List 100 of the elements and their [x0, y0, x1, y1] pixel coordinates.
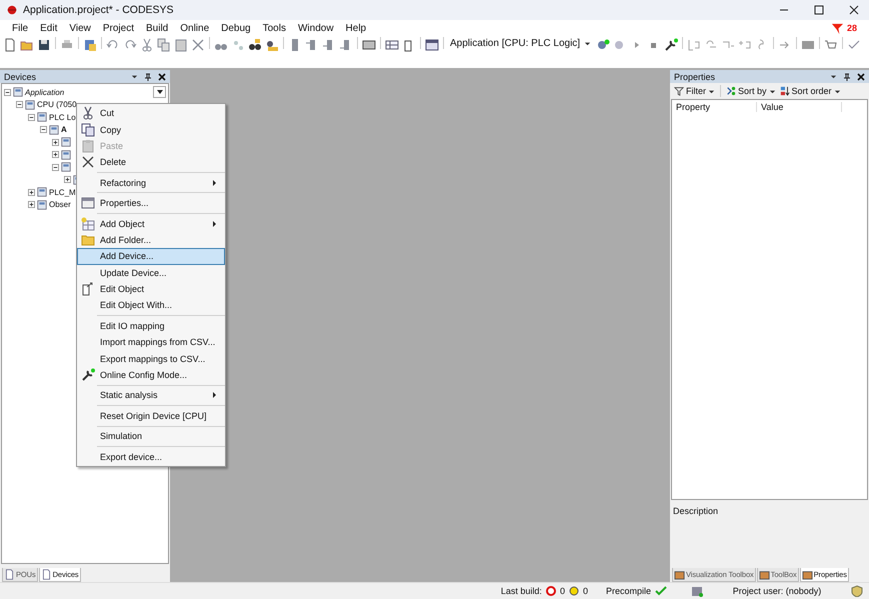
- expander-icon: [28, 201, 35, 208]
- monitor-icon[interactable]: [362, 38, 376, 52]
- menu-item[interactable]: Copy: [77, 121, 225, 138]
- expander-icon: [52, 164, 59, 171]
- menu-item[interactable]: Cut: [77, 105, 225, 122]
- column-header[interactable]: Property: [672, 102, 757, 112]
- scissors-icon: [81, 106, 95, 120]
- window-icon[interactable]: [425, 38, 439, 52]
- precompile-label: Precompile: [606, 586, 651, 596]
- panel-icon[interactable]: [801, 38, 816, 52]
- grid-icon[interactable]: [385, 38, 399, 52]
- tree-item-icon: [37, 200, 47, 210]
- panel-title: Properties: [674, 72, 716, 82]
- menu-item[interactable]: View: [63, 22, 97, 34]
- menu-item[interactable]: Project: [96, 22, 140, 34]
- menu-item[interactable]: Add Object: [77, 215, 225, 232]
- caret-icon: [584, 40, 592, 47]
- toolbox-icon: [674, 569, 685, 580]
- panel-title: Devices: [4, 72, 38, 82]
- submenu-arrow-icon: [213, 220, 216, 227]
- close-icon: [857, 72, 865, 80]
- window-title: Application.project* - CODESYS: [23, 4, 175, 16]
- menu-item[interactable]: Online: [174, 22, 216, 34]
- copy-icon[interactable]: [157, 38, 171, 52]
- expander-icon: [28, 188, 35, 196]
- caret-icon: [131, 73, 138, 80]
- tree-item-icon: [13, 87, 23, 98]
- tree-item-icon: [49, 124, 59, 135]
- caret-icon: [768, 88, 776, 94]
- tree-item-label[interactable]: Obser: [49, 200, 71, 210]
- pin-icon: [144, 72, 152, 80]
- menu-item[interactable]: Import mappings from CSV...: [77, 334, 225, 350]
- menu-item[interactable]: Build: [140, 22, 174, 34]
- menu-item[interactable]: Edit IO mapping: [77, 318, 225, 334]
- close-icon: [849, 5, 859, 15]
- menu-item[interactable]: Edit Object: [77, 280, 225, 298]
- tree-item-label[interactable]: PLC Lo: [49, 112, 76, 122]
- scissors-icon[interactable]: [140, 38, 154, 52]
- document-icon: [81, 282, 95, 296]
- dropdown-button[interactable]: [153, 86, 166, 98]
- tree-item-icon: [25, 100, 35, 110]
- folder-icon: [81, 232, 95, 247]
- error-count: 0: [560, 586, 565, 596]
- tree-item-label[interactable]: A: [61, 125, 67, 134]
- application-dropdown[interactable]: Application [CPU: PLC Logic]: [448, 38, 594, 49]
- tree-item-label[interactable]: Application: [25, 88, 64, 97]
- expander-icon: [16, 101, 23, 108]
- delete-icon[interactable]: [191, 38, 205, 52]
- menu-item[interactable]: Export mappings to CSV...: [77, 350, 225, 367]
- column-header[interactable]: Value: [757, 102, 842, 112]
- expander-icon: [52, 138, 59, 146]
- copy-icon: [81, 122, 95, 137]
- menu-item[interactable]: Simulation: [77, 428, 225, 444]
- menu-item[interactable]: Update Device...: [77, 264, 225, 281]
- menu-item[interactable]: Edit: [34, 22, 64, 34]
- menu-item[interactable]: File: [6, 22, 34, 34]
- menu-item[interactable]: Reset Origin Device [CPU]: [77, 408, 225, 424]
- messages-button[interactable]: 28: [830, 22, 857, 34]
- menu-item[interactable]: Static analysis: [77, 387, 225, 404]
- menu-item[interactable]: Add Folder...: [77, 232, 225, 248]
- caret-icon: [708, 88, 715, 94]
- tree-item-icon: [37, 112, 47, 122]
- warning-count: 0: [582, 586, 588, 596]
- menu-item[interactable]: Tools: [256, 22, 292, 34]
- wrench-icon[interactable]: [664, 38, 678, 52]
- menu-item[interactable]: Refactoring: [77, 174, 225, 191]
- wrench-icon: [81, 368, 95, 382]
- menu-item[interactable]: Debug: [215, 22, 257, 34]
- toolbox-icon: [758, 569, 770, 580]
- new-file-icon[interactable]: [3, 38, 17, 52]
- toolbar-button[interactable]: Filter: [674, 86, 715, 96]
- expander-icon: [28, 114, 35, 121]
- caret-icon: [156, 88, 164, 96]
- toolbar-button[interactable]: Sort by: [726, 86, 776, 96]
- shield-icon: [851, 585, 863, 597]
- menu-item[interactable]: Properties...: [77, 194, 225, 212]
- save-icon[interactable]: [37, 38, 51, 52]
- expander-icon: [52, 151, 59, 158]
- menu-item[interactable]: Add Device...: [77, 248, 225, 265]
- menu-item[interactable]: Delete: [77, 154, 225, 171]
- toolbar-button[interactable]: Sort order: [780, 86, 841, 96]
- menu-item[interactable]: Export device...: [77, 448, 225, 465]
- menu-item[interactable]: Help: [340, 22, 372, 34]
- menu-item[interactable]: Edit Object With...: [77, 297, 225, 314]
- submenu-arrow-icon: [213, 180, 216, 186]
- warning-icon: [568, 586, 579, 596]
- submenu-arrow-icon: [213, 392, 216, 398]
- last-build-label: Last build:: [500, 586, 542, 596]
- sort-order-icon: [780, 86, 790, 96]
- sort-icon: [726, 86, 736, 96]
- expander-icon: [64, 176, 71, 184]
- expander-icon: [4, 88, 11, 96]
- maximize-icon: [814, 5, 824, 15]
- tree-item-label[interactable]: PLC_M: [49, 188, 76, 197]
- description-label: Description: [673, 506, 718, 516]
- menu-item[interactable]: Window: [292, 22, 340, 34]
- tree-item-label[interactable]: CPU (7050: [37, 100, 77, 110]
- grid-star-icon: [81, 216, 95, 231]
- page-icon: [4, 569, 15, 580]
- menu-item[interactable]: Online Config Mode...: [77, 366, 225, 384]
